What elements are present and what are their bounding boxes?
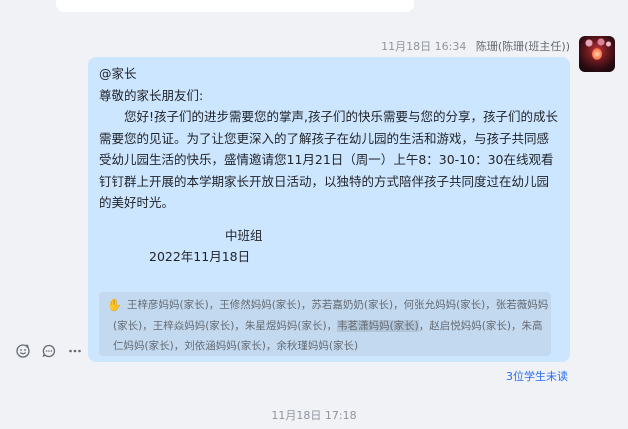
message-meta: 11月18日 16:34 陈珊(陈珊(班主任)) (381, 38, 570, 54)
time-separator: 11月18日 17:18 (271, 409, 357, 422)
read-list: 王梓彦妈妈(家长)，王修然妈妈(家长)，苏若嘉奶奶(家长)，何张允妈妈(家长)，… (113, 295, 549, 356)
avatar[interactable] (579, 36, 615, 72)
reply-icon[interactable] (39, 341, 59, 361)
message-bubble[interactable]: @家长 尊敬的家长朋友们: 您好!孩子们的进步需要您的掌声,孩子们的快乐需要与您… (88, 57, 570, 362)
message-body: @家长 尊敬的家长朋友们: 您好!孩子们的进步需要您的掌声,孩子们的快乐需要与您… (99, 63, 559, 268)
signature-date: 2022年11月18日 (149, 249, 251, 264)
previous-message-bubble (56, 0, 414, 12)
message-paragraph: 您好!孩子们的进步需要您的掌声,孩子们的快乐需要与您的分享，孩子们的成长需要您的… (99, 109, 558, 210)
more-icon[interactable] (65, 341, 85, 361)
avatar-blossom (583, 38, 613, 48)
react-icon[interactable] (13, 341, 33, 361)
greeting: 尊敬的家长朋友们: (99, 87, 204, 103)
mention: @家长 (99, 66, 137, 81)
read-receipts[interactable]: ✋ 王梓彦妈妈(家长)，王修然妈妈(家长)，苏若嘉奶奶(家长)，何张允妈妈(家长… (99, 292, 551, 356)
sender-name[interactable]: 陈珊(陈珊(班主任)) (476, 40, 570, 53)
avatar-lantern (592, 48, 602, 60)
message-actions (13, 341, 85, 361)
unread-count-link[interactable]: 3位学生未读 (506, 368, 568, 384)
signature-group: 中班组 (225, 227, 263, 243)
message-timestamp: 11月18日 16:34 (381, 40, 467, 53)
read-list-highlight: 韦茗潇妈妈(家长) (337, 319, 419, 332)
